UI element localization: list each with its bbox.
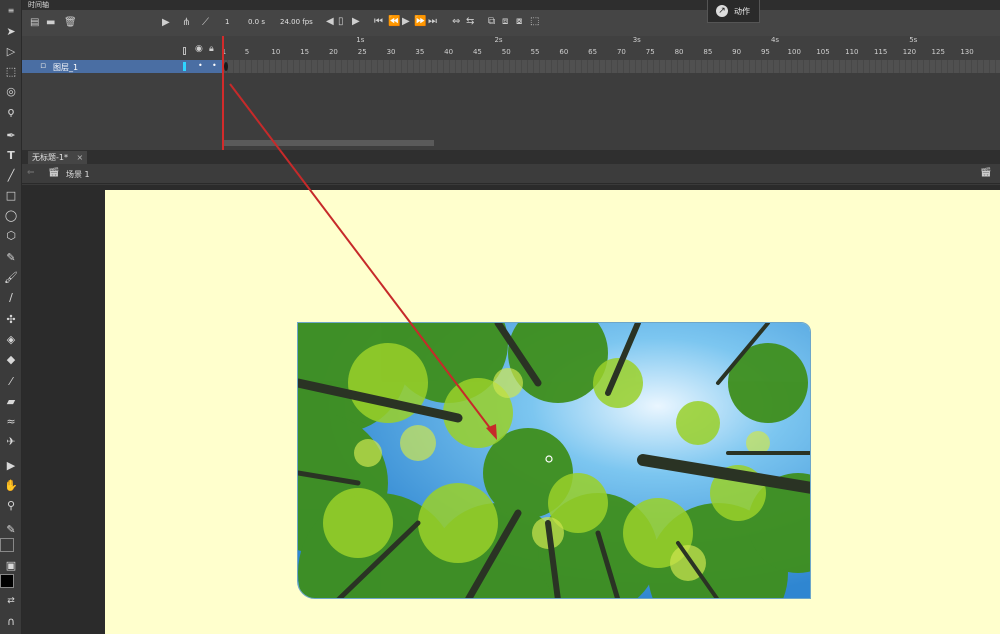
- annotation-arrow: [229, 83, 497, 440]
